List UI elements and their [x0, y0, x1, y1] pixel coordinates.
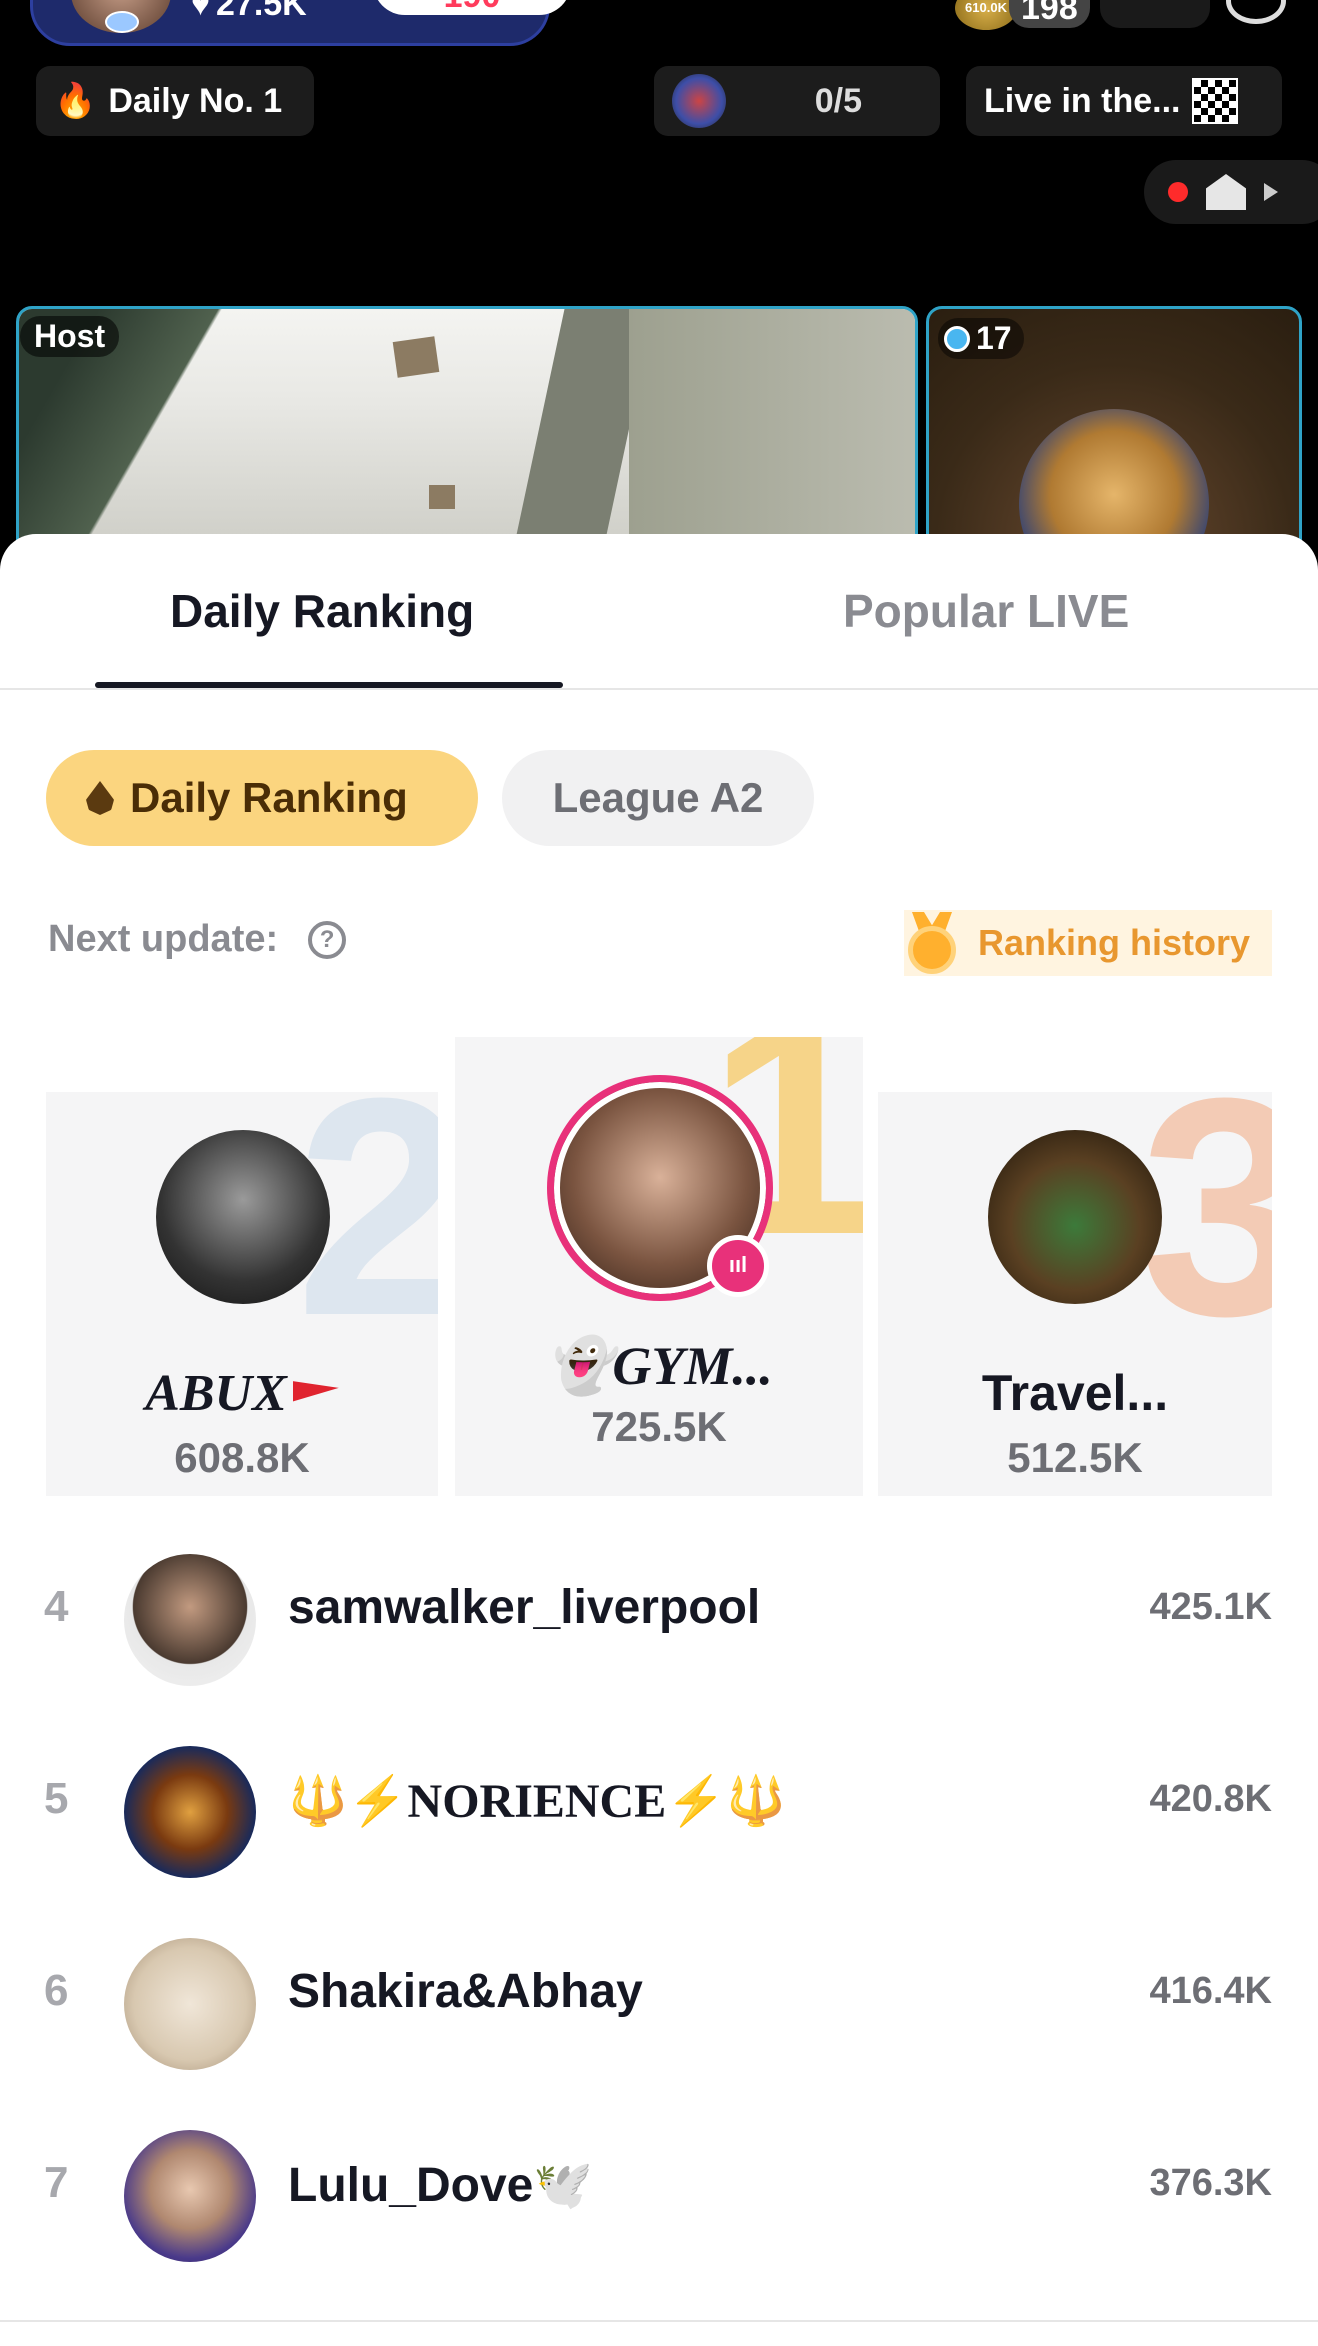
rank-number: 4: [44, 1582, 69, 1631]
tab-popular-live[interactable]: Popular LIVE: [843, 584, 1129, 638]
user-name: Shakira&Abhay: [288, 1965, 643, 2018]
medal-disc: [908, 926, 956, 974]
record-dot-icon: [1168, 182, 1188, 202]
guest-score: 17: [938, 318, 1024, 359]
list-item[interactable]: 5 🔱⚡NORIENCE⚡🔱 420.8K: [0, 1726, 1318, 1896]
ranking-tabs: Daily Ranking Popular LIVE: [0, 534, 1318, 690]
checkered-flag-icon: [1192, 78, 1239, 124]
host-info-pill[interactable]: ♥ 27.5K 190: [30, 0, 571, 46]
medal-icon: [904, 912, 960, 974]
gift-coin-icon: 610.0K: [955, 0, 1017, 30]
live-overlay: ♥ 27.5K 190 610.0K 198 🔥 Daily No. 1 0/5…: [0, 0, 1318, 300]
avatar[interactable]: [156, 1130, 330, 1304]
subtab-daily-ranking[interactable]: Daily Ranking: [46, 750, 478, 846]
help-icon[interactable]: ?: [308, 920, 347, 959]
podium-score: 725.5K: [591, 1403, 727, 1450]
live-badge-icon: ııl: [707, 1235, 769, 1297]
subtab-daily-label: Daily Ranking: [130, 774, 408, 821]
rank-number: 7: [44, 2158, 69, 2207]
subtab-league[interactable]: League A2: [502, 750, 814, 846]
flame-icon: 🔥: [54, 82, 97, 120]
podium-name: Travel...: [981, 1365, 1169, 1421]
host-likes-count: 27.5K: [216, 0, 307, 23]
user-name: 🔱⚡NORIENCE⚡🔱: [288, 1775, 786, 1828]
quest-chip[interactable]: 0/5: [654, 66, 940, 136]
podium-name: ABUX: [46, 1364, 438, 1423]
user-score: 376.3K: [1149, 2162, 1272, 2204]
podium-name-text: ABUX: [145, 1365, 287, 1422]
heart-icon: ♥: [191, 0, 210, 22]
avatar[interactable]: [124, 1554, 256, 1686]
flame-icon: [86, 781, 114, 815]
avatar[interactable]: [124, 2130, 256, 2262]
daily-rank-chip[interactable]: 🔥 Daily No. 1: [36, 66, 314, 136]
podium-score: 608.8K: [174, 1434, 310, 1481]
podium-score: 512.5K: [1007, 1434, 1143, 1481]
top-viewers[interactable]: 610.0K 198: [955, 0, 1210, 30]
tab-daily-ranking[interactable]: Daily Ranking: [170, 584, 474, 638]
list-item[interactable]: 6 Shakira&Abhay 416.4K: [0, 1918, 1318, 2088]
user-score: 416.4K: [1149, 1970, 1272, 2012]
podium-first[interactable]: 1 ııl 👻GYM... 725.5K: [455, 1037, 863, 1496]
user-name: Lulu_Dove🕊️: [288, 2159, 594, 2212]
quest-progress: 0/5: [814, 81, 862, 120]
avatar[interactable]: [988, 1130, 1162, 1304]
follow-button[interactable]: 190: [373, 0, 571, 15]
avatar[interactable]: [124, 1746, 256, 1878]
podium-second[interactable]: 2 ABUX 608.8K: [46, 1092, 438, 1496]
red-flag-icon: [292, 1381, 339, 1402]
ranking-history-button[interactable]: Ranking history: [904, 910, 1272, 976]
play-arrow-icon[interactable]: [1264, 183, 1278, 201]
video-frame-shape: [429, 485, 455, 509]
next-update-label: Next update:: [48, 918, 279, 960]
guest-score-value: 17: [976, 320, 1012, 356]
ranking-history-label: Ranking history: [978, 922, 1251, 963]
host-video-tile[interactable]: [16, 306, 918, 546]
rank-number: 5: [44, 1774, 69, 1823]
list-item[interactable]: 7 Lulu_Dove🕊️ 376.3K: [0, 2110, 1318, 2280]
close-icon[interactable]: [1226, 0, 1286, 24]
podium-name: 👻GYM...: [545, 1336, 773, 1396]
quest-icon: [672, 74, 726, 128]
viewer-count: 198: [1009, 0, 1090, 28]
user-score: 425.1K: [1149, 1586, 1272, 1628]
host-label: Host: [20, 316, 120, 357]
user-name: samwalker_liverpool: [288, 1581, 761, 1634]
next-update: Next update: ?: [48, 918, 347, 961]
video-frame-shape: [629, 309, 915, 543]
guest-avatar: [1019, 409, 1209, 543]
rank-number: 6: [44, 1966, 69, 2015]
podium-third[interactable]: 3 Travel... 512.5K: [878, 1092, 1272, 1496]
host-badge-icon: [105, 11, 139, 33]
divider: [0, 2320, 1318, 2322]
live-event-chip[interactable]: Live in the...: [966, 66, 1282, 136]
live-controls[interactable]: [1144, 160, 1318, 224]
home-icon[interactable]: [1206, 174, 1246, 210]
daily-rank-label: Daily No. 1: [108, 81, 283, 120]
host-likes: ♥ 27.5K: [191, 0, 307, 24]
viewer-list-button[interactable]: [1099, 0, 1210, 28]
gem-icon: [944, 325, 970, 352]
video-frame-shape: [392, 336, 440, 378]
live-event-label: Live in the...: [984, 81, 1181, 120]
list-item[interactable]: 4 samwalker_liverpool 425.1K: [0, 1534, 1318, 1704]
avatar[interactable]: [124, 1938, 256, 2070]
user-score: 420.8K: [1149, 1778, 1272, 1820]
ranking-sheet: Daily Ranking Popular LIVE Daily Ranking…: [0, 534, 1318, 2346]
active-tab-indicator: [95, 682, 563, 688]
